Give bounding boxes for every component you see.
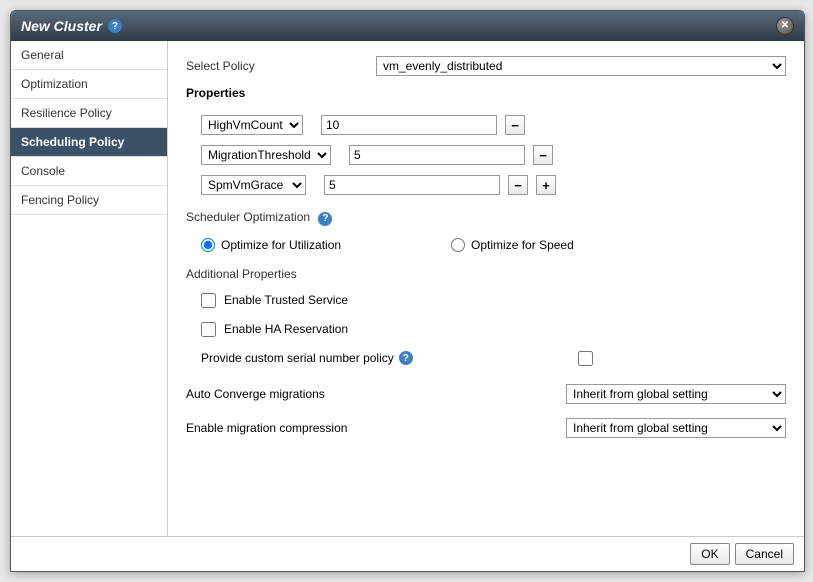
- migration-compression-row: Enable migration compression Inherit fro…: [186, 418, 786, 438]
- optimize-speed-label: Optimize for Speed: [471, 238, 574, 252]
- properties-header: Properties: [186, 86, 786, 100]
- help-icon[interactable]: ?: [399, 351, 413, 365]
- dialog-title: New Cluster ?: [21, 18, 122, 34]
- custom-serial-checkbox[interactable]: [578, 351, 593, 366]
- sidebar-item-general[interactable]: General: [11, 41, 167, 70]
- dialog-title-text: New Cluster: [21, 18, 102, 34]
- scheduler-optimization-label: Scheduler Optimization: [186, 210, 310, 224]
- help-icon[interactable]: ?: [318, 212, 332, 226]
- property-row-highvmcount: HighVmCount −: [186, 115, 786, 135]
- custom-serial-row: Provide custom serial number policy ?: [186, 351, 786, 366]
- cancel-button[interactable]: Cancel: [735, 543, 794, 565]
- main-panel: Select Policy vm_evenly_distributed Prop…: [168, 41, 804, 536]
- custom-serial-label: Provide custom serial number policy: [201, 351, 394, 365]
- optimize-speed-radio[interactable]: [451, 238, 465, 252]
- sidebar-item-fencing-policy[interactable]: Fencing Policy: [11, 186, 167, 215]
- sidebar-item-scheduling-policy[interactable]: Scheduling Policy: [11, 128, 167, 157]
- enable-ha-checkbox[interactable]: [201, 322, 216, 337]
- remove-property-button[interactable]: −: [508, 175, 528, 195]
- scheduler-optimization-options: Optimize for Utilization Optimize for Sp…: [186, 238, 786, 252]
- additional-properties-header: Additional Properties: [186, 267, 786, 281]
- new-cluster-dialog: New Cluster ? ✕ General Optimization Res…: [10, 10, 805, 572]
- property-row-migrationthreshold: MigrationThreshold −: [186, 145, 786, 165]
- remove-property-button[interactable]: −: [533, 145, 553, 165]
- migration-compression-label: Enable migration compression: [186, 421, 566, 435]
- optimize-utilization-label: Optimize for Utilization: [221, 238, 341, 252]
- custom-serial-label-wrap: Provide custom serial number policy ?: [186, 351, 578, 365]
- enable-ha-row: Enable HA Reservation: [186, 322, 786, 337]
- add-property-button[interactable]: +: [536, 175, 556, 195]
- enable-trusted-row: Enable Trusted Service: [186, 293, 786, 308]
- migration-compression-select[interactable]: Inherit from global setting: [566, 418, 786, 438]
- sidebar: General Optimization Resilience Policy S…: [11, 41, 168, 536]
- dialog-footer: OK Cancel: [11, 536, 804, 571]
- auto-converge-row: Auto Converge migrations Inherit from gl…: [186, 384, 786, 404]
- sidebar-item-console[interactable]: Console: [11, 157, 167, 186]
- enable-trusted-label: Enable Trusted Service: [224, 293, 348, 307]
- optimize-speed-option[interactable]: Optimize for Speed: [451, 238, 574, 252]
- auto-converge-select[interactable]: Inherit from global setting: [566, 384, 786, 404]
- enable-ha-label: Enable HA Reservation: [224, 322, 348, 336]
- help-icon[interactable]: ?: [108, 19, 122, 33]
- select-policy-dropdown[interactable]: vm_evenly_distributed: [376, 56, 786, 76]
- auto-converge-label: Auto Converge migrations: [186, 387, 566, 401]
- sidebar-item-optimization[interactable]: Optimization: [11, 70, 167, 99]
- select-policy-row: Select Policy vm_evenly_distributed: [186, 56, 786, 76]
- optimize-utilization-option[interactable]: Optimize for Utilization: [201, 238, 341, 252]
- scheduler-optimization-header: Scheduler Optimization ?: [186, 210, 786, 226]
- optimize-utilization-radio[interactable]: [201, 238, 215, 252]
- property-value-input[interactable]: [349, 145, 525, 165]
- remove-property-button[interactable]: −: [505, 115, 525, 135]
- ok-button[interactable]: OK: [690, 543, 729, 565]
- property-row-spmvmgrace: SpmVmGrace − +: [186, 175, 786, 195]
- property-value-input[interactable]: [324, 175, 500, 195]
- dialog-body: General Optimization Resilience Policy S…: [11, 41, 804, 536]
- select-policy-label: Select Policy: [186, 59, 376, 73]
- property-value-input[interactable]: [321, 115, 497, 135]
- dialog-header: New Cluster ? ✕: [11, 11, 804, 41]
- enable-trusted-checkbox[interactable]: [201, 293, 216, 308]
- close-button[interactable]: ✕: [776, 17, 794, 35]
- property-name-select[interactable]: HighVmCount: [201, 115, 303, 135]
- property-name-select[interactable]: MigrationThreshold: [201, 145, 331, 165]
- property-name-select[interactable]: SpmVmGrace: [201, 175, 306, 195]
- sidebar-item-resilience-policy[interactable]: Resilience Policy: [11, 99, 167, 128]
